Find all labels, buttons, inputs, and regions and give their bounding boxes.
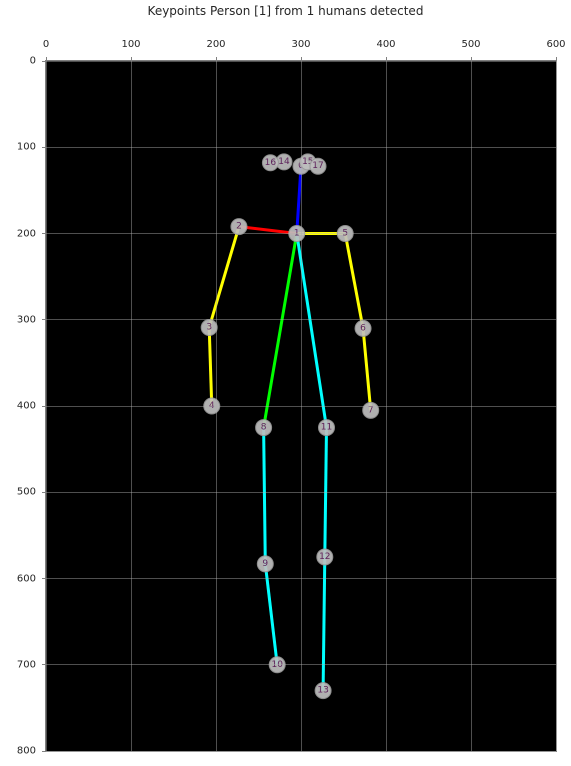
gridline-h bbox=[46, 406, 556, 407]
plot-area: 01234567891011121314151617 0100200300400… bbox=[45, 60, 557, 752]
y-tick-label: 600 bbox=[17, 573, 36, 584]
keypoint-label: 13 bbox=[317, 686, 328, 696]
keypoint-label: 14 bbox=[278, 157, 290, 167]
keypoint-label: 3 bbox=[206, 323, 212, 333]
y-tick-label: 0 bbox=[30, 56, 36, 67]
keypoint-label: 9 bbox=[262, 559, 268, 569]
gridline-h bbox=[46, 233, 556, 234]
keypoint-label: 17 bbox=[312, 161, 323, 171]
gridline-h bbox=[46, 319, 556, 320]
y-tick-label: 700 bbox=[17, 659, 36, 670]
gridline-h bbox=[46, 492, 556, 493]
limb bbox=[209, 328, 212, 406]
tick-mark-y bbox=[42, 751, 46, 752]
y-tick-label: 100 bbox=[17, 142, 36, 153]
x-tick-label: 200 bbox=[206, 39, 225, 50]
keypoint-label: 12 bbox=[319, 552, 330, 562]
y-tick-label: 500 bbox=[17, 487, 36, 498]
gridline-h bbox=[46, 578, 556, 579]
x-tick-label: 400 bbox=[376, 39, 395, 50]
keypoint-label: 2 bbox=[236, 222, 242, 232]
gridline-h bbox=[46, 664, 556, 665]
tick-mark-y bbox=[42, 664, 46, 665]
limb bbox=[264, 234, 297, 428]
y-tick-label: 400 bbox=[17, 401, 36, 412]
tick-mark-y bbox=[42, 147, 46, 148]
tick-mark-y bbox=[42, 61, 46, 62]
tick-mark-y bbox=[42, 233, 46, 234]
y-tick-label: 300 bbox=[17, 314, 36, 325]
keypoint-label: 11 bbox=[321, 423, 332, 433]
gridline-h bbox=[46, 61, 556, 62]
x-tick-label: 0 bbox=[43, 39, 49, 50]
gridline-h bbox=[46, 751, 556, 752]
y-tick-label: 800 bbox=[17, 746, 36, 757]
keypoint-label: 16 bbox=[265, 158, 277, 168]
keypoint-label: 7 bbox=[368, 405, 374, 415]
y-tick-label: 200 bbox=[17, 228, 36, 239]
x-tick-label: 600 bbox=[546, 39, 565, 50]
x-tick-label: 300 bbox=[291, 39, 310, 50]
gridline-h bbox=[46, 147, 556, 148]
limb bbox=[345, 234, 363, 329]
chart-title: Keypoints Person [1] from 1 humans detec… bbox=[0, 4, 571, 18]
x-tick-label: 100 bbox=[121, 39, 140, 50]
tick-mark-y bbox=[42, 319, 46, 320]
keypoint-label: 6 bbox=[360, 323, 366, 333]
x-tick-label: 500 bbox=[461, 39, 480, 50]
keypoint-label: 8 bbox=[261, 423, 267, 433]
tick-mark-y bbox=[42, 492, 46, 493]
tick-mark-y bbox=[42, 578, 46, 579]
tick-mark-y bbox=[42, 406, 46, 407]
limb bbox=[323, 557, 325, 691]
limb bbox=[209, 227, 239, 328]
limb bbox=[265, 564, 277, 665]
figure: Keypoints Person [1] from 1 humans detec… bbox=[0, 0, 571, 766]
limb bbox=[264, 428, 266, 564]
limb bbox=[363, 328, 371, 410]
